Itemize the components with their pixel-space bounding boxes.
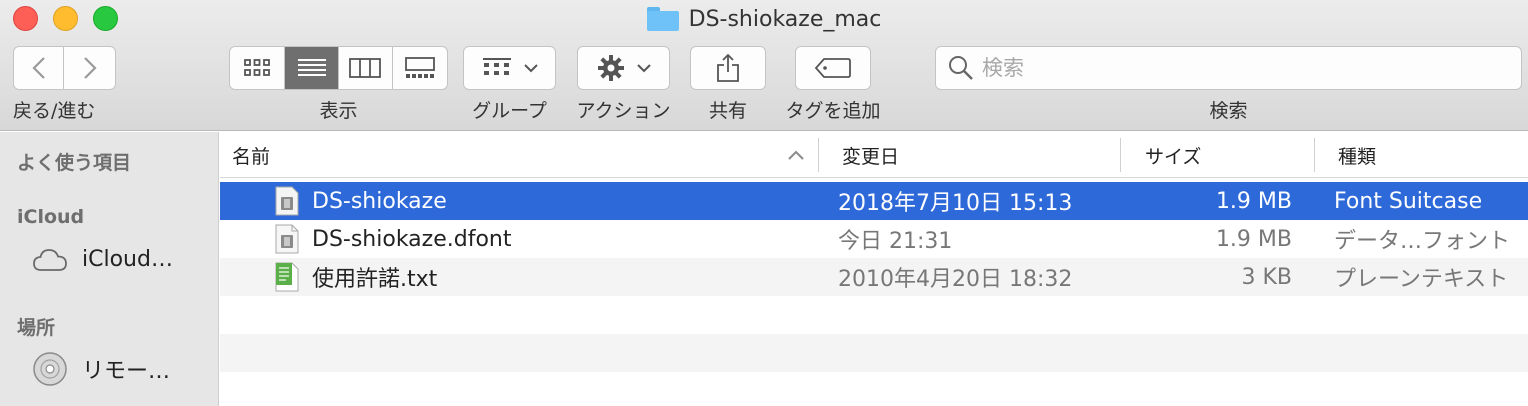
share-button[interactable]	[690, 46, 766, 90]
search-input[interactable]	[982, 56, 1502, 80]
file-row[interactable]: 使用許諾.txt 2010年4月20日 18:32 3 KB プレーンテキスト	[220, 258, 1528, 296]
forward-button[interactable]	[64, 47, 115, 89]
group-button[interactable]	[463, 46, 556, 90]
empty-row	[220, 296, 1528, 334]
file-size: 1.9 MB	[1215, 188, 1292, 214]
sidebar-header-favorites: よく使う項目	[17, 152, 132, 174]
sidebar-item-remote-disc[interactable]: リモー…	[32, 351, 170, 387]
nav-label: 戻る/進む	[13, 100, 96, 122]
sidebar-item-label: リモー…	[82, 359, 171, 384]
icon-grid-icon	[244, 59, 271, 76]
column-header-size[interactable]: サイズ	[1145, 132, 1201, 178]
share-label: 共有	[708, 100, 747, 122]
column-header-label: 名前	[232, 145, 271, 168]
sidebar-header-places: 場所	[17, 317, 56, 339]
chevron-right-icon	[83, 57, 97, 79]
file-date: 2018年7月10日 15:13	[838, 191, 1073, 216]
column-header-row: 名前 変更日 サイズ 種類	[220, 132, 1528, 178]
action-label: アクション	[576, 100, 671, 122]
view-icon-button[interactable]	[230, 47, 286, 89]
file-size: 1.9 MB	[1215, 226, 1292, 252]
file-date: 2010年4月20日 18:32	[838, 267, 1073, 292]
gallery-view-icon	[404, 57, 435, 78]
view-mode-group	[229, 46, 448, 90]
add-tag-label: タグを追加	[785, 100, 881, 122]
font-file-icon	[275, 224, 299, 254]
text-file-icon	[275, 262, 299, 292]
column-divider[interactable]	[818, 138, 819, 172]
view-gallery-button[interactable]	[393, 47, 447, 89]
nav-button-group	[13, 46, 116, 90]
column-view-icon	[349, 58, 382, 78]
chevron-left-icon	[31, 57, 45, 79]
file-name: DS-shiokaze	[312, 188, 447, 214]
column-header-label: 変更日	[842, 145, 900, 168]
action-button[interactable]	[577, 46, 670, 90]
toolbar: DS-shiokaze_mac 戻る/進む 表示 グループ アクション 共有 タ…	[0, 0, 1528, 131]
column-divider[interactable]	[1314, 138, 1315, 172]
window-title: DS-shiokaze_mac	[688, 6, 882, 32]
chevron-down-icon	[636, 64, 651, 73]
empty-row	[220, 372, 1528, 406]
file-row[interactable]: DS-shiokaze 2018年7月10日 15:13 1.9 MB Font…	[220, 182, 1528, 220]
column-header-kind[interactable]: 種類	[1338, 132, 1376, 178]
column-header-label: サイズ	[1145, 145, 1202, 168]
file-size: 3 KB	[1241, 264, 1292, 290]
sidebar-item-label: iCloud…	[82, 247, 173, 272]
list-view-icon	[297, 59, 326, 76]
sidebar-header-icloud: iCloud	[17, 206, 85, 228]
column-header-label: 種類	[1338, 145, 1377, 168]
chevron-down-icon	[523, 64, 538, 73]
share-icon	[717, 53, 739, 82]
gear-icon	[597, 55, 624, 81]
file-date: 今日 21:31	[838, 229, 953, 254]
file-row[interactable]: DS-shiokaze.dfont 今日 21:31 1.9 MB データ…フォ…	[220, 220, 1528, 258]
empty-row	[220, 334, 1528, 372]
sort-ascending-icon	[788, 150, 804, 160]
font-suitcase-icon	[275, 186, 299, 216]
column-header-name[interactable]: 名前	[232, 132, 270, 178]
sidebar-item-icloud-drive[interactable]: iCloud…	[32, 247, 173, 272]
add-tag-button[interactable]	[795, 46, 871, 90]
folder-icon	[646, 7, 679, 31]
column-header-date[interactable]: 変更日	[842, 132, 899, 178]
file-kind: プレーンテキスト	[1334, 267, 1509, 292]
group-label: グループ	[472, 100, 547, 122]
view-label: 表示	[319, 100, 358, 122]
view-list-button[interactable]	[285, 47, 339, 89]
file-kind: Font Suitcase	[1334, 188, 1483, 214]
search-field[interactable]	[935, 46, 1522, 90]
tag-icon	[814, 58, 851, 78]
file-kind: データ…フォント	[1334, 229, 1511, 254]
file-name: DS-shiokaze.dfont	[312, 226, 512, 252]
disc-icon	[33, 352, 67, 386]
view-column-button[interactable]	[339, 47, 393, 89]
search-icon	[949, 56, 973, 80]
file-name: 使用許諾.txt	[312, 267, 438, 292]
back-button[interactable]	[14, 47, 65, 89]
group-grid-icon	[482, 58, 511, 75]
search-label: 検索	[1209, 100, 1248, 122]
window-title-bar: DS-shiokaze_mac	[0, 4, 1528, 34]
column-divider[interactable]	[1120, 138, 1121, 172]
sidebar: よく使う項目 iCloud iCloud… 場所 リモー…	[0, 132, 219, 406]
cloud-icon	[33, 248, 67, 271]
